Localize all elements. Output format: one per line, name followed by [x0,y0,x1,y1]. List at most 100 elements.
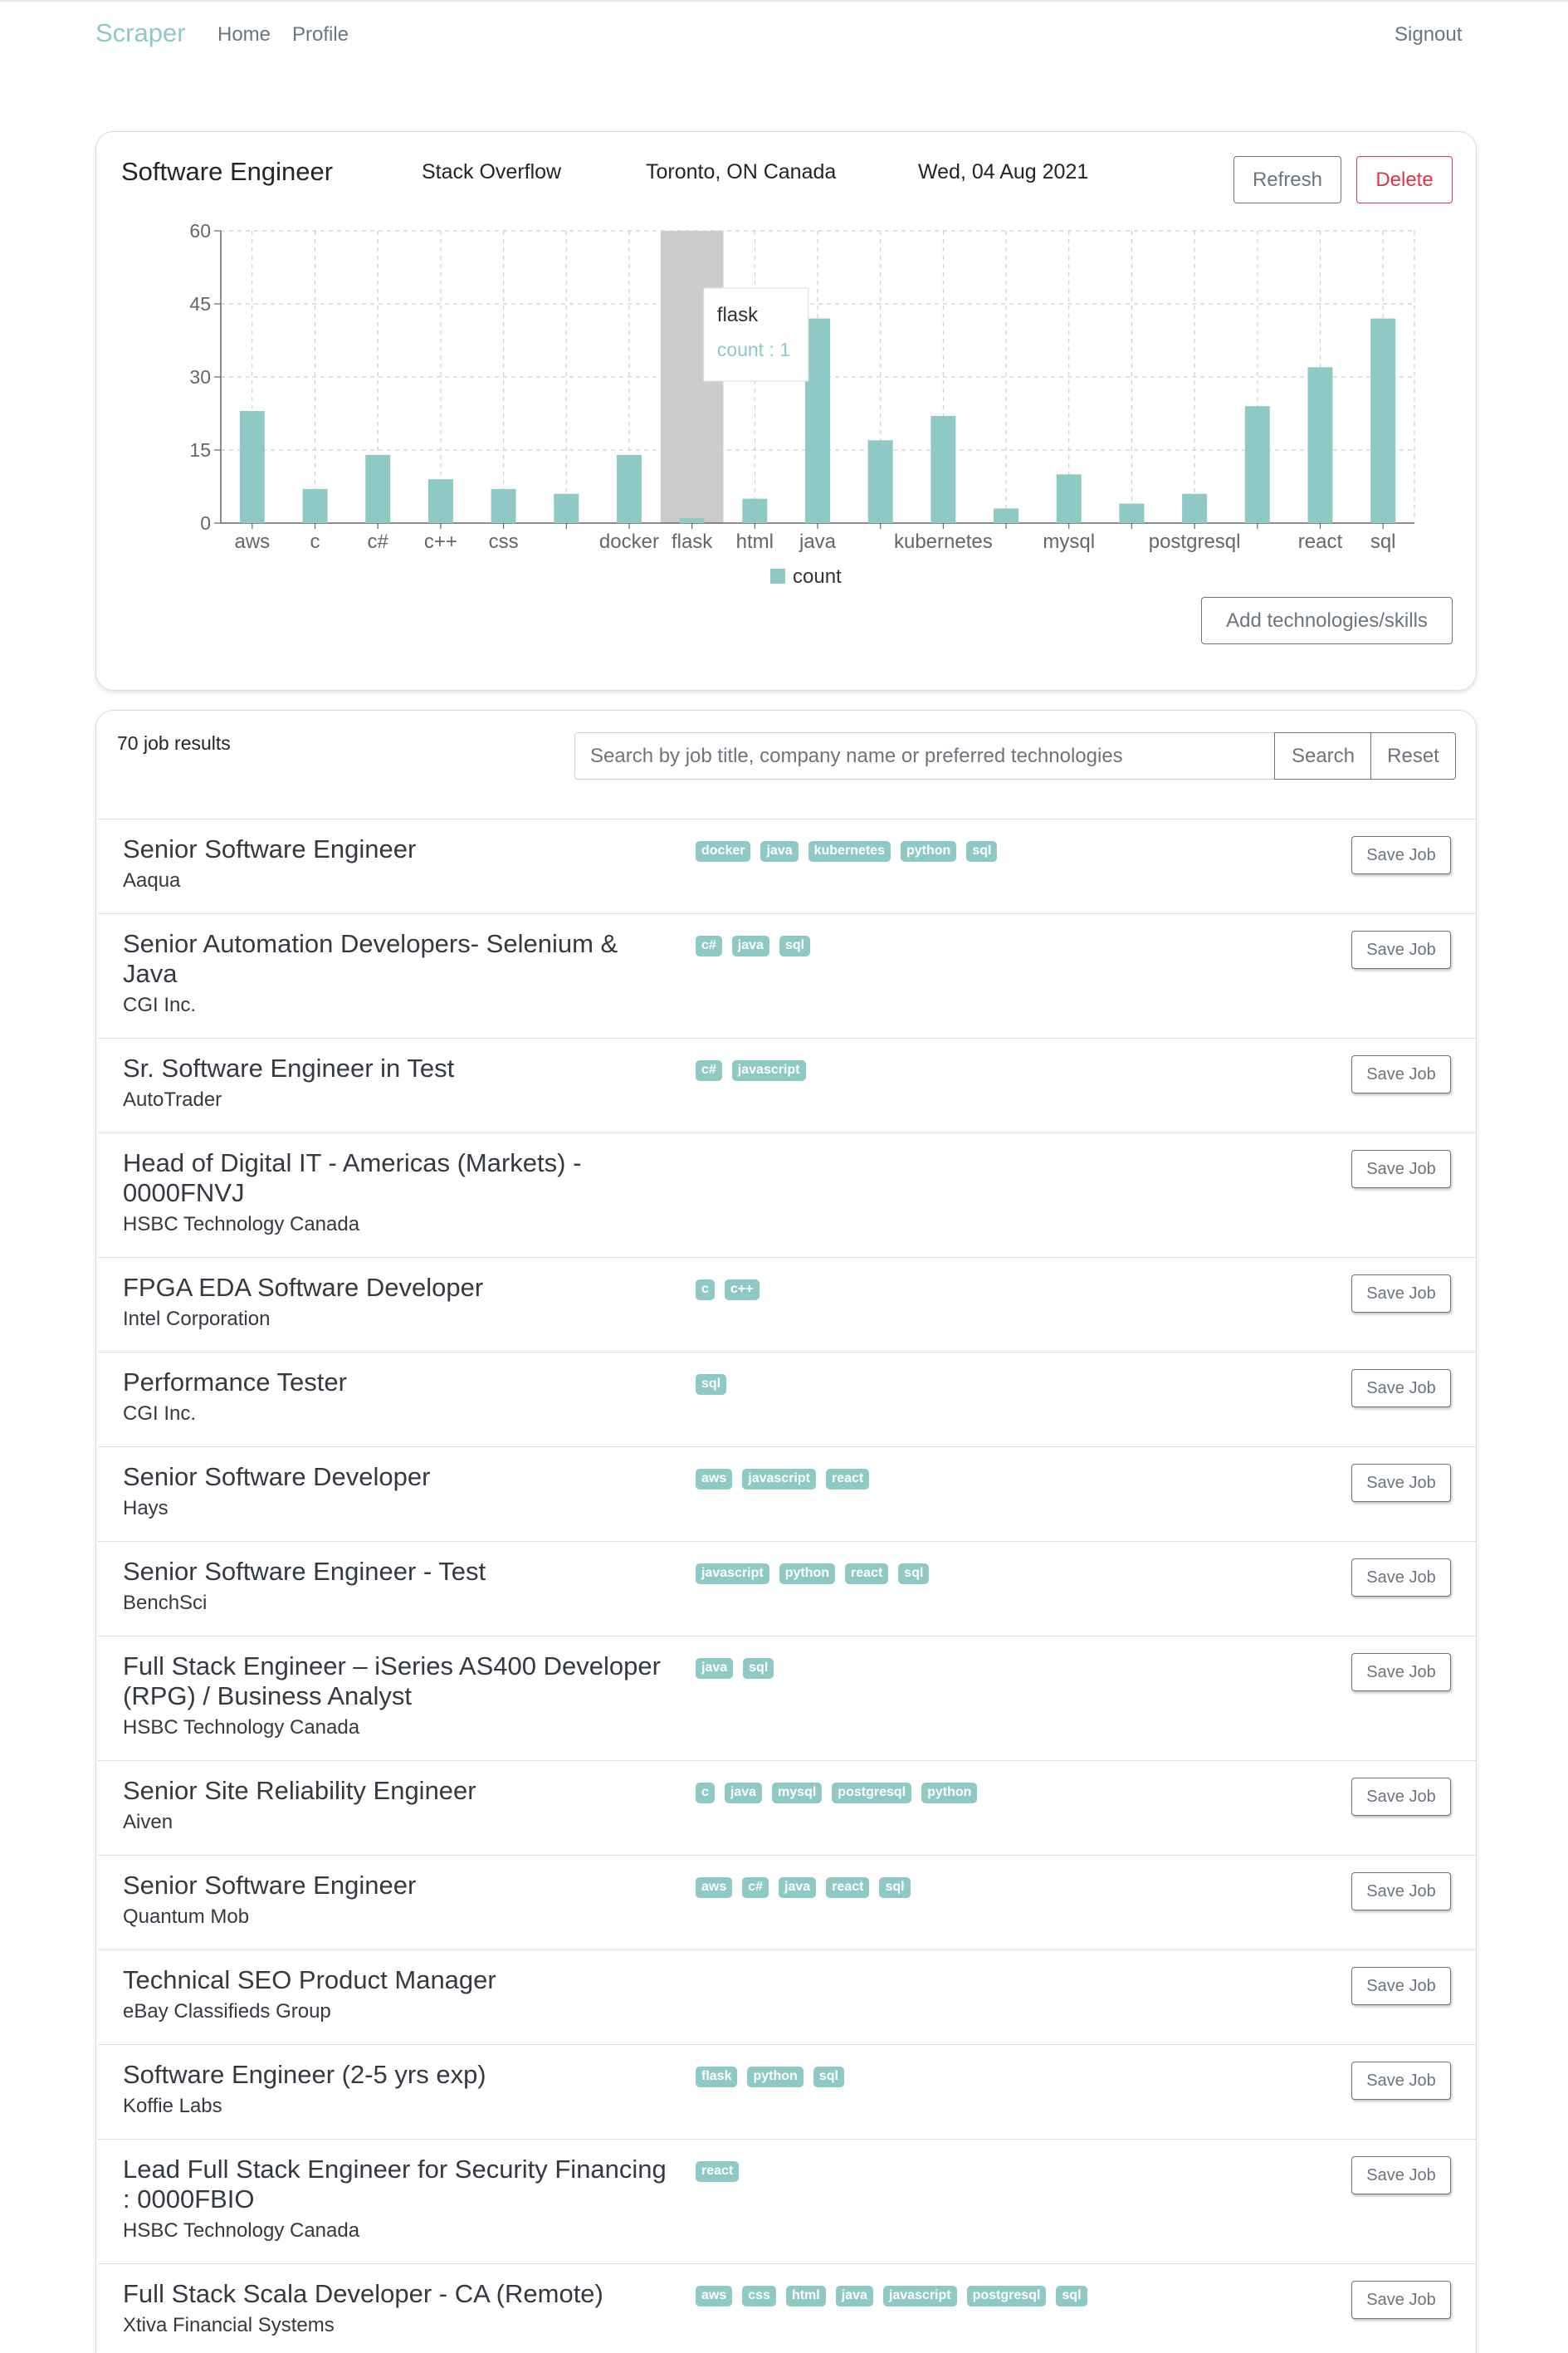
x-tick-label: react [1298,531,1343,553]
bar-kubernetes [931,415,956,523]
tooltip-box [703,287,809,382]
tech-tag: c [696,1783,715,1803]
x-tick-label: c [310,531,320,553]
job-title[interactable]: Technical SEO Product Manager [123,1965,671,1995]
x-tick-label: java [799,531,837,553]
save-job-button[interactable]: Save Job [1351,2156,1451,2194]
nav-signout-link[interactable]: Signout [1395,23,1462,46]
tech-tag: c [696,1279,715,1300]
refresh-button[interactable]: Refresh [1233,156,1341,203]
job-row: Senior Site Reliability Engineer Aiven c ja… [98,1760,1476,1855]
tooltip-value: count : 1 [717,339,790,360]
job-title[interactable]: Senior Software Engineer [123,1871,671,1900]
job-company: Intel Corporation [123,1308,271,1330]
job-tags: c java mysql postgresql python [696,1783,978,1803]
search-button[interactable]: Search [1274,732,1372,780]
job-company: Hays [123,1497,169,1519]
x-tick-label: c# [368,531,389,553]
x-tick-label: c++ [424,531,457,553]
job-title[interactable]: Senior Software Developer [123,1462,671,1492]
tech-tag: sql [743,1658,774,1679]
nav-profile-link[interactable]: Profile [292,23,349,46]
brand-logo[interactable]: Scraper [95,18,186,48]
search-date: Wed, 04 Aug 2021 [918,160,1089,183]
save-job-button[interactable]: Save Job [1351,1274,1451,1313]
job-company: Xtiva Financial Systems [123,2314,335,2336]
search-input[interactable] [574,732,1280,780]
y-tick-label: 15 [189,439,211,461]
save-job-button[interactable]: Save Job [1351,1464,1451,1502]
x-tick-label: kubernetes [894,531,993,553]
save-job-button[interactable]: Save Job [1351,931,1451,969]
results-count: 70 job results [117,732,231,754]
y-tick-label: 30 [189,366,211,388]
tech-tag: python [921,1783,978,1803]
job-row: Senior Software Engineer Quantum Mob aws c#… [98,1855,1476,1949]
save-job-button[interactable]: Save Job [1351,1558,1451,1597]
job-row: Senior Automation Developers- Selenium &… [98,913,1476,1038]
x-tick-label: docker [599,531,659,553]
tech-tag: kubernetes [808,841,891,862]
tech-tag: javascript [731,1060,806,1081]
x-tick-label: css [489,531,519,553]
save-job-button[interactable]: Save Job [1351,1653,1451,1691]
bar-c [302,488,328,523]
tech-tag: python [779,1563,836,1584]
save-job-button[interactable]: Save Job [1351,1150,1451,1188]
save-job-button[interactable]: Save Job [1351,1778,1451,1816]
job-tags: react [696,2161,740,2182]
job-row: Software Engineer (2-5 yrs exp) Koffie La… [98,2044,1476,2139]
job-title[interactable]: Sr. Software Engineer in Test [123,1054,671,1084]
job-row: Sr. Software Engineer in Test AutoTrader c… [98,1038,1476,1132]
tech-tag: java [724,1783,763,1803]
tech-tag: javascript [696,1563,769,1584]
job-title[interactable]: Performance Tester [123,1367,671,1397]
add-technologies-button[interactable]: Add technologies/skills [1201,597,1453,644]
job-row: Head of Digital IT - Americas (Markets) … [98,1132,1476,1257]
bar-sql [1370,318,1396,523]
x-tick-label: mysql [1043,531,1095,553]
x-tick-label: flask [672,531,713,553]
bar-html [742,498,768,523]
search-location: Toronto, ON Canada [646,160,837,183]
job-title[interactable]: Lead Full Stack Engineer for Security Fi… [123,2155,671,2214]
job-title[interactable]: Senior Software Engineer [123,834,671,864]
job-title[interactable]: Senior Software Engineer - Test [123,1557,671,1587]
bar-flask [679,518,705,523]
save-job-button[interactable]: Save Job [1351,1967,1451,2005]
job-title[interactable]: Senior Automation Developers- Selenium &… [123,929,671,989]
save-job-button[interactable]: Save Job [1351,2281,1451,2319]
job-tags: aws css html java javascript postgresql sql [696,2286,1087,2307]
save-job-button[interactable]: Save Job [1351,1055,1451,1093]
bar-c++ [427,479,453,523]
tech-tag: react [696,2161,740,2182]
tech-tag: javascript [742,1469,816,1490]
save-job-button[interactable]: Save Job [1351,1369,1451,1407]
tech-tag: aws [696,1469,733,1490]
save-job-button[interactable]: Save Job [1351,2062,1451,2100]
legend-swatch [770,569,785,584]
bar-unlabeled [867,440,893,523]
navbar: Scraper Home Profile Signout [0,0,1568,71]
job-company: Koffie Labs [123,2095,222,2117]
bar-c# [365,454,391,523]
save-job-button[interactable]: Save Job [1351,1872,1451,1910]
job-title[interactable]: Full Stack Scala Developer - CA (Remote) [123,2279,671,2309]
tech-tag: c++ [724,1279,760,1300]
job-title[interactable]: Senior Site Reliability Engineer [123,1776,671,1806]
job-title[interactable]: FPGA EDA Software Developer [123,1273,671,1303]
nav-home-link[interactable]: Home [217,23,271,46]
x-tick-label: html [736,531,774,553]
tech-tag: docker [696,841,751,862]
job-title[interactable]: Software Engineer (2-5 yrs exp) [123,2060,671,2090]
tech-tag: java [696,1658,734,1679]
bar-postgresql [1182,493,1208,523]
save-job-button[interactable]: Save Job [1351,836,1451,874]
x-tick-label: aws [234,531,270,553]
job-row: Performance Tester CGI Inc. sql Save Job [98,1352,1476,1446]
delete-button[interactable]: Delete [1356,156,1453,203]
bar-unlabeled [1244,406,1270,523]
job-title[interactable]: Full Stack Engineer – iSeries AS400 Deve… [123,1651,671,1711]
job-title[interactable]: Head of Digital IT - Americas (Markets) … [123,1148,671,1208]
reset-button[interactable]: Reset [1370,732,1456,780]
